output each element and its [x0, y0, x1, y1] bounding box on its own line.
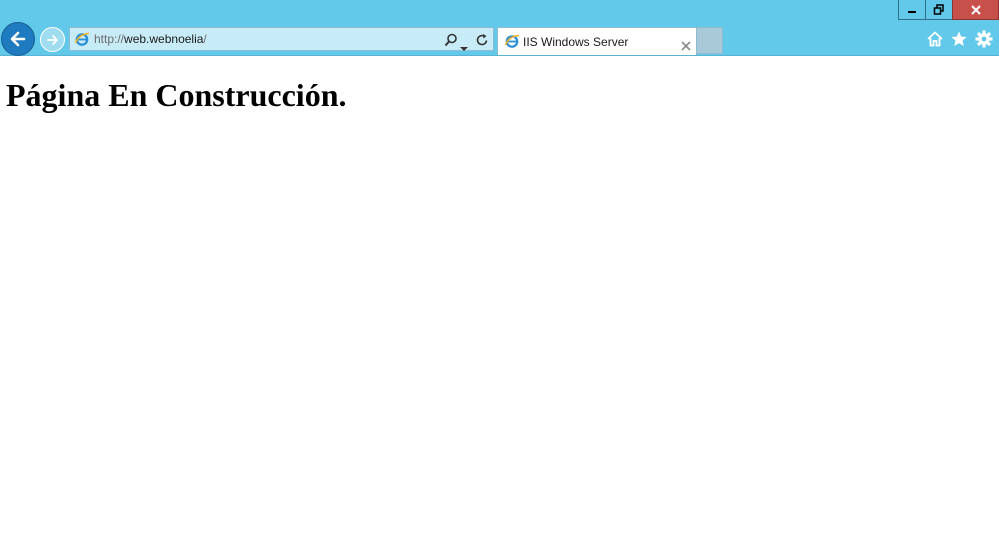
home-icon[interactable] [926, 30, 944, 48]
minimize-icon [908, 10, 916, 13]
forward-arrow-icon [46, 34, 58, 45]
ie-logo-icon [74, 31, 90, 51]
browser-window: http://web.webnoelia/ IIS Windows Server… [0, 0, 999, 543]
star-icon[interactable] [950, 30, 968, 48]
new-tab-button[interactable] [697, 27, 723, 54]
address-bar[interactable]: http://web.webnoelia/ [69, 27, 494, 51]
gear-icon[interactable] [975, 30, 993, 48]
url-host: web.webnoelia [124, 32, 204, 46]
minimize-button[interactable] [898, 0, 925, 20]
tab-title: IIS Windows Server [523, 35, 629, 49]
address-url[interactable]: http://web.webnoelia/ [94, 31, 207, 47]
window-close-button[interactable] [952, 0, 999, 20]
tab-iis-windows-server[interactable]: IIS Windows Server [497, 27, 697, 55]
refresh-icon[interactable] [475, 32, 489, 51]
url-scheme: http:// [94, 32, 125, 46]
back-arrow-icon [10, 31, 26, 47]
restore-button[interactable] [925, 0, 952, 20]
ie-logo-icon [504, 33, 520, 53]
close-icon [970, 4, 981, 15]
url-path: / [203, 32, 207, 46]
browser-toolbar: http://web.webnoelia/ IIS Windows Server [0, 0, 999, 56]
chevron-down-icon[interactable] [460, 37, 468, 56]
search-icon[interactable] [444, 32, 458, 51]
page-content: Página En Construcción. [0, 56, 999, 543]
close-icon[interactable] [681, 36, 691, 55]
forward-button[interactable] [40, 27, 65, 52]
restore-icon [933, 3, 944, 15]
page-heading: Página En Construcción. [6, 77, 347, 113]
back-button[interactable] [1, 22, 35, 56]
window-caption-buttons [898, 0, 999, 20]
